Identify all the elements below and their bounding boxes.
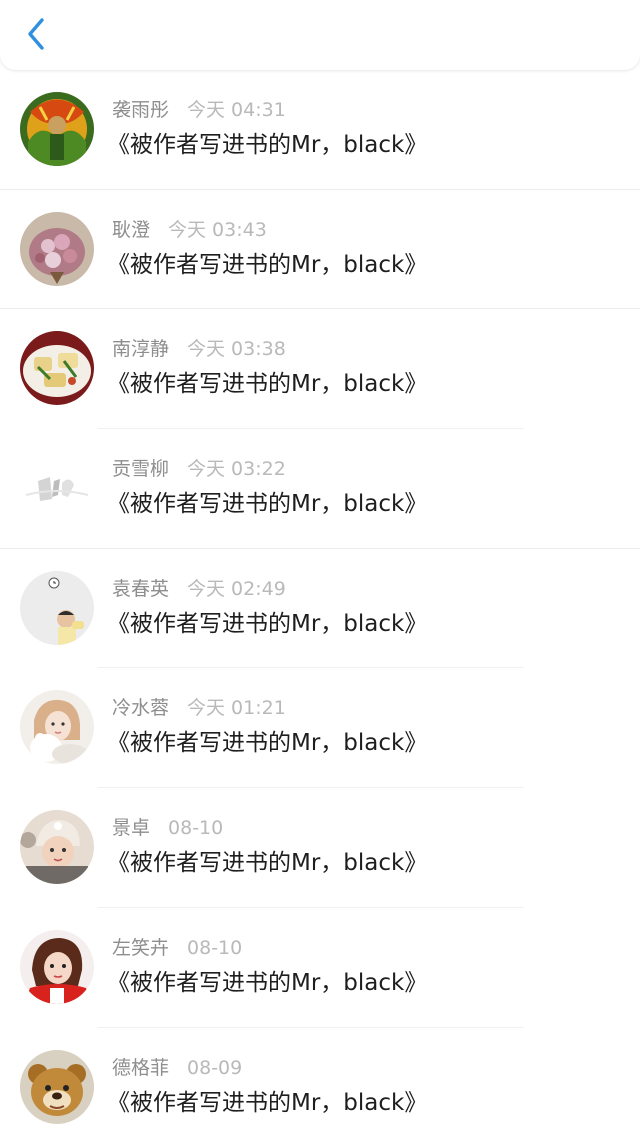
top-nav-bar: [0, 0, 640, 70]
message-title: 《被作者写进书的Mr，black》: [107, 132, 428, 158]
sender-name: 景卓: [112, 817, 151, 840]
message-row[interactable]: 袭雨彤 今天 04:31 《被作者写进书的Mr，black》: [0, 70, 640, 190]
message-time: 08-09: [187, 1056, 243, 1079]
avatar: [20, 211, 94, 286]
avatar: [20, 810, 94, 885]
message-row[interactable]: 南淳静 今天 03:38 《被作者写进书的Mr，black》: [0, 309, 640, 430]
message-row[interactable]: 贡雪柳 今天 03:22 《被作者写进书的Mr，black》: [0, 429, 640, 549]
message-time: 今天 01:21: [187, 697, 286, 720]
message-title: 《被作者写进书的Mr，black》: [107, 1089, 428, 1116]
message-list: 袭雨彤 今天 04:31 《被作者写进书的Mr，black》 耿澄 今天 03:…: [0, 70, 640, 1140]
message-title: 《被作者写进书的Mr，black》: [107, 969, 428, 996]
message-row[interactable]: 左笑卉 08-10 《被作者写进书的Mr，black》: [0, 908, 640, 1028]
avatar: [20, 92, 94, 166]
chevron-left-icon: [28, 18, 44, 50]
message-title: 《被作者写进书的Mr，black》: [107, 730, 428, 757]
avatar: [20, 570, 94, 645]
message-title: 《被作者写进书的Mr，black》: [107, 850, 428, 877]
message-time: 今天 03:43: [168, 218, 267, 241]
message-row[interactable]: 耿澄 今天 03:43 《被作者写进书的Mr，black》: [0, 190, 640, 310]
message-title: 《被作者写进书的Mr，black》: [107, 251, 428, 278]
message-time: 今天 03:22: [187, 458, 286, 481]
message-row[interactable]: 景卓 08-10 《被作者写进书的Mr，black》: [0, 788, 640, 908]
avatar: [20, 1049, 94, 1124]
sender-name: 袭雨彤: [112, 99, 170, 121]
message-row[interactable]: 冷水蓉 今天 01:21 《被作者写进书的Mr，black》: [0, 668, 640, 789]
avatar: [20, 690, 94, 765]
message-title: 《被作者写进书的Mr，black》: [107, 371, 428, 398]
message-time: 今天 04:31: [187, 99, 286, 121]
sender-name: 袁春英: [112, 577, 170, 600]
message-time: 08-10: [187, 936, 243, 959]
message-time: 08-10: [168, 817, 224, 840]
avatar: [20, 451, 94, 526]
avatar: [20, 331, 94, 406]
sender-name: 耿澄: [112, 218, 151, 241]
message-row[interactable]: 袁春英 今天 02:49 《被作者写进书的Mr，black》: [0, 549, 640, 669]
sender-name: 左笑卉: [112, 936, 170, 959]
message-time: 今天 03:38: [187, 338, 286, 361]
message-list-page: 袭雨彤 今天 04:31 《被作者写进书的Mr，black》 耿澄 今天 03:…: [0, 0, 640, 1140]
message-time: 今天 02:49: [187, 577, 286, 600]
avatar: [20, 929, 94, 1004]
message-title: 《被作者写进书的Mr，black》: [107, 610, 428, 637]
sender-name: 南淳静: [112, 338, 170, 361]
sender-name: 贡雪柳: [112, 458, 170, 481]
sender-name: 冷水蓉: [112, 697, 170, 720]
back-button[interactable]: [18, 14, 54, 54]
sender-name: 德格菲: [112, 1056, 170, 1079]
message-title: 《被作者写进书的Mr，black》: [107, 491, 428, 518]
message-row[interactable]: 德格菲 08-09 《被作者写进书的Mr，black》: [0, 1028, 640, 1140]
